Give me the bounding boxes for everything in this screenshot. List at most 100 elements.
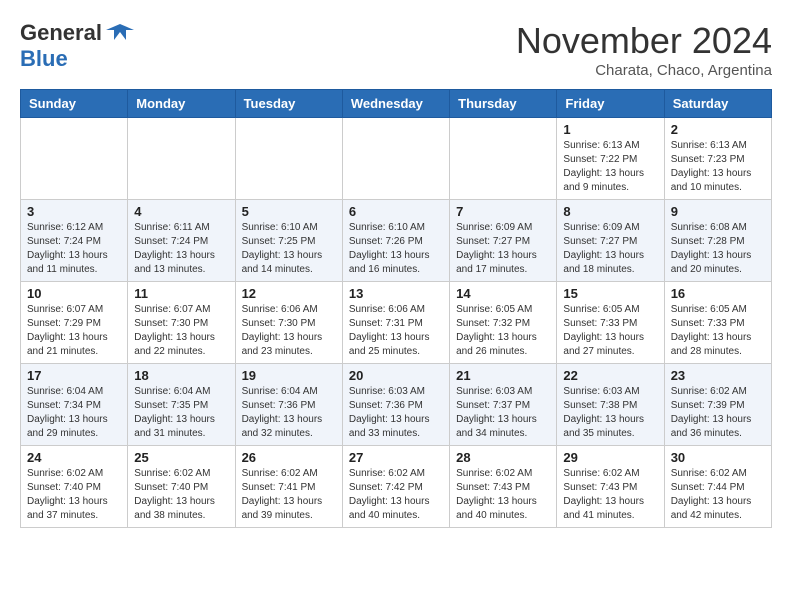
day-info: Sunrise: 6:09 AM Sunset: 7:27 PM Dayligh… bbox=[563, 221, 657, 277]
calendar-cell: 15 Sunrise: 6:05 AM Sunset: 7:33 PM Dayli… bbox=[557, 282, 664, 364]
day-number: 29 bbox=[563, 450, 657, 465]
day-info: Sunrise: 6:02 AM Sunset: 7:39 PM Dayligh… bbox=[671, 385, 765, 441]
day-info: Sunrise: 6:04 AM Sunset: 7:35 PM Dayligh… bbox=[134, 385, 228, 441]
calendar-week-row: 3 Sunrise: 6:12 AM Sunset: 7:24 PM Daylig… bbox=[21, 200, 772, 282]
calendar-table: SundayMondayTuesdayWednesdayThursdayFrid… bbox=[20, 89, 772, 528]
day-info: Sunrise: 6:03 AM Sunset: 7:38 PM Dayligh… bbox=[563, 385, 657, 441]
day-info: Sunrise: 6:02 AM Sunset: 7:40 PM Dayligh… bbox=[27, 467, 121, 523]
weekday-header: Tuesday bbox=[235, 90, 342, 118]
calendar-cell: 13 Sunrise: 6:06 AM Sunset: 7:31 PM Dayli… bbox=[342, 282, 449, 364]
day-number: 10 bbox=[27, 286, 121, 301]
weekday-header: Wednesday bbox=[342, 90, 449, 118]
calendar-cell: 21Sunrise: 6:03 AM Sunset: 7:37 PM Dayli… bbox=[450, 364, 557, 446]
calendar-cell bbox=[128, 118, 235, 200]
calendar-cell: 5 Sunrise: 6:10 AM Sunset: 7:25 PM Daylig… bbox=[235, 200, 342, 282]
day-info: Sunrise: 6:02 AM Sunset: 7:40 PM Dayligh… bbox=[134, 467, 228, 523]
calendar-cell: 20 Sunrise: 6:03 AM Sunset: 7:36 PM Dayli… bbox=[342, 364, 449, 446]
day-number: 2 bbox=[671, 122, 765, 137]
day-number: 5 bbox=[242, 204, 336, 219]
calendar-header-row: SundayMondayTuesdayWednesdayThursdayFrid… bbox=[21, 90, 772, 118]
logo: General Blue bbox=[20, 20, 134, 72]
title-block: November 2024 Charata, Chaco, Argentina bbox=[516, 20, 772, 79]
calendar-cell: 28Sunrise: 6:02 AM Sunset: 7:43 PM Dayli… bbox=[450, 446, 557, 528]
day-number: 18 bbox=[134, 368, 228, 383]
day-info: Sunrise: 6:03 AM Sunset: 7:36 PM Dayligh… bbox=[349, 385, 443, 441]
day-info: Sunrise: 6:02 AM Sunset: 7:43 PM Dayligh… bbox=[456, 467, 550, 523]
calendar-cell: 4 Sunrise: 6:11 AM Sunset: 7:24 PM Daylig… bbox=[128, 200, 235, 282]
day-number: 17 bbox=[27, 368, 121, 383]
calendar-week-row: 10Sunrise: 6:07 AM Sunset: 7:29 PM Dayli… bbox=[21, 282, 772, 364]
calendar-cell: 12Sunrise: 6:06 AM Sunset: 7:30 PM Dayli… bbox=[235, 282, 342, 364]
day-info: Sunrise: 6:12 AM Sunset: 7:24 PM Dayligh… bbox=[27, 221, 121, 277]
day-info: Sunrise: 6:02 AM Sunset: 7:43 PM Dayligh… bbox=[563, 467, 657, 523]
logo-general-text: General bbox=[20, 20, 102, 46]
logo-blue-text: Blue bbox=[20, 46, 68, 71]
calendar-cell: 23Sunrise: 6:02 AM Sunset: 7:39 PM Dayli… bbox=[664, 364, 771, 446]
day-info: Sunrise: 6:09 AM Sunset: 7:27 PM Dayligh… bbox=[456, 221, 550, 277]
calendar-cell: 18 Sunrise: 6:04 AM Sunset: 7:35 PM Dayli… bbox=[128, 364, 235, 446]
logo-bird-icon bbox=[106, 22, 134, 44]
calendar-cell: 26Sunrise: 6:02 AM Sunset: 7:41 PM Dayli… bbox=[235, 446, 342, 528]
weekday-header: Saturday bbox=[664, 90, 771, 118]
day-info: Sunrise: 6:11 AM Sunset: 7:24 PM Dayligh… bbox=[134, 221, 228, 277]
calendar-cell: 24 Sunrise: 6:02 AM Sunset: 7:40 PM Dayli… bbox=[21, 446, 128, 528]
location-text: Charata, Chaco, Argentina bbox=[516, 62, 772, 79]
day-info: Sunrise: 6:06 AM Sunset: 7:31 PM Dayligh… bbox=[349, 303, 443, 359]
day-number: 15 bbox=[563, 286, 657, 301]
day-info: Sunrise: 6:05 AM Sunset: 7:33 PM Dayligh… bbox=[671, 303, 765, 359]
page-header: General Blue November 2024 Charata, Chac… bbox=[20, 20, 772, 79]
day-info: Sunrise: 6:05 AM Sunset: 7:33 PM Dayligh… bbox=[563, 303, 657, 359]
weekday-header: Friday bbox=[557, 90, 664, 118]
calendar-cell: 25 Sunrise: 6:02 AM Sunset: 7:40 PM Dayli… bbox=[128, 446, 235, 528]
calendar-cell bbox=[342, 118, 449, 200]
calendar-cell: 17 Sunrise: 6:04 AM Sunset: 7:34 PM Dayli… bbox=[21, 364, 128, 446]
calendar-cell: 30 Sunrise: 6:02 AM Sunset: 7:44 PM Dayli… bbox=[664, 446, 771, 528]
day-info: Sunrise: 6:08 AM Sunset: 7:28 PM Dayligh… bbox=[671, 221, 765, 277]
day-number: 21 bbox=[456, 368, 550, 383]
calendar-week-row: 24 Sunrise: 6:02 AM Sunset: 7:40 PM Dayli… bbox=[21, 446, 772, 528]
day-number: 6 bbox=[349, 204, 443, 219]
calendar-cell: 1 Sunrise: 6:13 AM Sunset: 7:22 PM Daylig… bbox=[557, 118, 664, 200]
day-number: 4 bbox=[134, 204, 228, 219]
calendar-cell: 3 Sunrise: 6:12 AM Sunset: 7:24 PM Daylig… bbox=[21, 200, 128, 282]
calendar-cell: 19Sunrise: 6:04 AM Sunset: 7:36 PM Dayli… bbox=[235, 364, 342, 446]
weekday-header: Sunday bbox=[21, 90, 128, 118]
day-number: 12 bbox=[242, 286, 336, 301]
weekday-header: Monday bbox=[128, 90, 235, 118]
calendar-cell bbox=[21, 118, 128, 200]
day-number: 1 bbox=[563, 122, 657, 137]
calendar-cell bbox=[450, 118, 557, 200]
calendar-cell: 16 Sunrise: 6:05 AM Sunset: 7:33 PM Dayli… bbox=[664, 282, 771, 364]
day-number: 20 bbox=[349, 368, 443, 383]
calendar-cell: 29 Sunrise: 6:02 AM Sunset: 7:43 PM Dayli… bbox=[557, 446, 664, 528]
day-number: 22 bbox=[563, 368, 657, 383]
calendar-week-row: 17 Sunrise: 6:04 AM Sunset: 7:34 PM Dayli… bbox=[21, 364, 772, 446]
day-number: 25 bbox=[134, 450, 228, 465]
calendar-cell: 27Sunrise: 6:02 AM Sunset: 7:42 PM Dayli… bbox=[342, 446, 449, 528]
day-number: 30 bbox=[671, 450, 765, 465]
day-info: Sunrise: 6:13 AM Sunset: 7:22 PM Dayligh… bbox=[563, 139, 657, 195]
day-info: Sunrise: 6:10 AM Sunset: 7:25 PM Dayligh… bbox=[242, 221, 336, 277]
month-title: November 2024 bbox=[516, 20, 772, 62]
day-number: 24 bbox=[27, 450, 121, 465]
day-number: 7 bbox=[456, 204, 550, 219]
day-info: Sunrise: 6:05 AM Sunset: 7:32 PM Dayligh… bbox=[456, 303, 550, 359]
day-info: Sunrise: 6:04 AM Sunset: 7:34 PM Dayligh… bbox=[27, 385, 121, 441]
day-number: 26 bbox=[242, 450, 336, 465]
calendar-cell: 7 Sunrise: 6:09 AM Sunset: 7:27 PM Daylig… bbox=[450, 200, 557, 282]
day-info: Sunrise: 6:07 AM Sunset: 7:30 PM Dayligh… bbox=[134, 303, 228, 359]
day-info: Sunrise: 6:10 AM Sunset: 7:26 PM Dayligh… bbox=[349, 221, 443, 277]
day-info: Sunrise: 6:02 AM Sunset: 7:42 PM Dayligh… bbox=[349, 467, 443, 523]
day-number: 3 bbox=[27, 204, 121, 219]
calendar-cell: 6 Sunrise: 6:10 AM Sunset: 7:26 PM Daylig… bbox=[342, 200, 449, 282]
calendar-cell bbox=[235, 118, 342, 200]
calendar-cell: 10Sunrise: 6:07 AM Sunset: 7:29 PM Dayli… bbox=[21, 282, 128, 364]
day-info: Sunrise: 6:02 AM Sunset: 7:44 PM Dayligh… bbox=[671, 467, 765, 523]
calendar-cell: 9Sunrise: 6:08 AM Sunset: 7:28 PM Daylig… bbox=[664, 200, 771, 282]
weekday-header: Thursday bbox=[450, 90, 557, 118]
day-number: 16 bbox=[671, 286, 765, 301]
day-info: Sunrise: 6:13 AM Sunset: 7:23 PM Dayligh… bbox=[671, 139, 765, 195]
calendar-week-row: 1 Sunrise: 6:13 AM Sunset: 7:22 PM Daylig… bbox=[21, 118, 772, 200]
day-number: 19 bbox=[242, 368, 336, 383]
day-number: 13 bbox=[349, 286, 443, 301]
